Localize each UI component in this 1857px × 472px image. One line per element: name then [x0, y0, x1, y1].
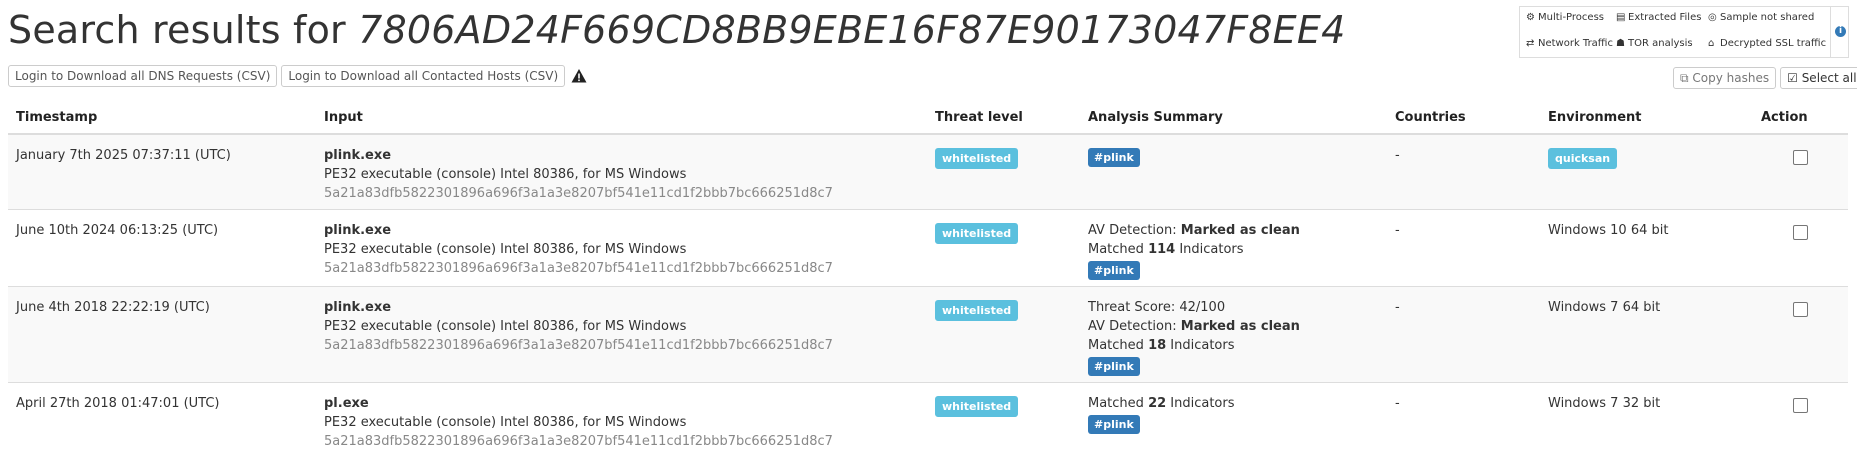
row-checkbox[interactable]: [1793, 150, 1808, 165]
unlock-icon: ⌂: [1708, 38, 1715, 49]
table-row[interactable]: June 4th 2018 22:22:19 (UTC) plink.exe P…: [8, 286, 1848, 383]
feature-legend: ⚙ Multi-Process ▤ Extracted Files ◎ Sample …: [1519, 6, 1849, 58]
threat-badge: whitelisted: [935, 300, 1019, 321]
download-button-row: Login to Download all DNS Requests (CSV)…: [8, 65, 587, 87]
threat-badge: whitelisted: [935, 223, 1019, 244]
cell-input: plink.exe PE32 executable (console) Inte…: [316, 209, 927, 287]
column-header-input[interactable]: Input: [316, 100, 927, 135]
cell-environment: Windows 7 32 bit: [1540, 382, 1753, 457]
input-filename[interactable]: pl.exe: [324, 394, 919, 413]
column-header-countries[interactable]: Countries: [1387, 100, 1540, 135]
cell-environment: Windows 10 64 bit: [1540, 209, 1753, 287]
input-filetype: PE32 executable (console) Intel 80386, f…: [324, 242, 687, 257]
gears-icon: ⚙: [1526, 12, 1535, 23]
cell-input: pl.exe PE32 executable (console) Intel 8…: [316, 382, 927, 457]
input-filetype: PE32 executable (console) Intel 80386, f…: [324, 167, 687, 182]
cell-analysis-summary: #plink: [1080, 133, 1387, 210]
legend-multi-process: ⚙ Multi-Process: [1526, 12, 1604, 23]
input-sha256[interactable]: 5a21a83dfb5822301896a696f3a1a3e8207bf541…: [324, 259, 919, 278]
table-row[interactable]: January 7th 2025 07:37:11 (UTC) plink.ex…: [8, 133, 1848, 210]
cell-timestamp: June 10th 2024 06:13:25 (UTC): [8, 209, 316, 287]
info-icon[interactable]: i: [1835, 26, 1846, 37]
input-filetype: PE32 executable (console) Intel 80386, f…: [324, 415, 687, 430]
legend-decrypted-ssl: ⌂ Decrypted SSL traffic: [1708, 38, 1827, 49]
table-header-row: Timestamp Input Threat level Analysis Su…: [8, 100, 1848, 135]
cell-analysis-summary: Threat Score: 42/100 AV Detection: Marke…: [1080, 286, 1387, 383]
query-hash: 7806AD24F669CD8BB9EBE16F87E90173047F8EE4: [358, 8, 1346, 52]
legend-sample-not-shared: ◎ Sample not shared: [1708, 12, 1815, 23]
legend-extracted-files: ▤ Extracted Files: [1616, 12, 1702, 23]
table-row[interactable]: June 10th 2024 06:13:25 (UTC) plink.exe …: [8, 209, 1848, 287]
environment-badge: quicksan: [1548, 148, 1618, 169]
threat-score: Threat Score: 42/100: [1088, 300, 1226, 315]
copy-hashes-button[interactable]: ⧉ Copy hashes: [1673, 67, 1777, 89]
user-secret-icon: ☗: [1616, 38, 1625, 49]
tag-badge[interactable]: #plink: [1088, 415, 1140, 434]
cell-timestamp: June 4th 2018 22:22:19 (UTC): [8, 286, 316, 383]
input-filename[interactable]: plink.exe: [324, 221, 919, 240]
cell-analysis-summary: Matched 22 Indicators #plink: [1080, 382, 1387, 457]
tag-badge[interactable]: #plink: [1088, 261, 1140, 280]
title-prefix: Search results for: [8, 8, 359, 52]
cell-countries: -: [1387, 209, 1540, 287]
cell-timestamp: April 27th 2018 01:47:01 (UTC): [8, 382, 316, 457]
matched-indicators: Matched 22 Indicators: [1088, 396, 1235, 411]
cell-countries: -: [1387, 286, 1540, 383]
input-filetype: PE32 executable (console) Intel 80386, f…: [324, 319, 687, 334]
input-filename[interactable]: plink.exe: [324, 298, 919, 317]
check-square-icon: ☑: [1787, 71, 1802, 85]
cell-countries: -: [1387, 382, 1540, 457]
cell-threat-level: whitelisted: [927, 382, 1080, 457]
cell-action: [1753, 382, 1848, 457]
cell-analysis-summary: AV Detection: Marked as clean Matched 11…: [1080, 209, 1387, 287]
cell-action: [1753, 286, 1848, 383]
row-checkbox[interactable]: [1793, 398, 1808, 413]
column-header-timestamp[interactable]: Timestamp: [8, 100, 316, 135]
input-sha256[interactable]: 5a21a83dfb5822301896a696f3a1a3e8207bf541…: [324, 184, 919, 203]
cell-action: [1753, 209, 1848, 287]
results-table: Timestamp Input Threat level Analysis Su…: [8, 100, 1848, 457]
column-header-threat-level[interactable]: Threat level: [927, 100, 1080, 135]
input-sha256[interactable]: 5a21a83dfb5822301896a696f3a1a3e8207bf541…: [324, 336, 919, 355]
cell-threat-level: whitelisted: [927, 133, 1080, 210]
column-header-environment[interactable]: Environment: [1540, 100, 1753, 135]
download-hosts-csv-button[interactable]: Login to Download all Contacted Hosts (C…: [281, 65, 566, 87]
legend-network-traffic: ⇄ Network Traffic: [1526, 38, 1613, 49]
input-filename[interactable]: plink.exe: [324, 146, 919, 165]
download-dns-csv-button[interactable]: Login to Download all DNS Requests (CSV): [8, 65, 278, 87]
column-header-action: Action: [1753, 100, 1848, 135]
matched-indicators: Matched 114 Indicators: [1088, 242, 1244, 257]
av-detection: AV Detection: Marked as clean: [1088, 319, 1300, 334]
cell-action: [1753, 133, 1848, 210]
copy-icon: ⧉: [1680, 71, 1693, 85]
table-row[interactable]: April 27th 2018 01:47:01 (UTC) pl.exe PE…: [8, 382, 1848, 457]
exchange-icon: ⇄: [1526, 38, 1535, 49]
row-checkbox[interactable]: [1793, 302, 1808, 317]
bulk-action-buttons: ⧉ Copy hashes ☑ Select all: [1673, 67, 1857, 89]
tag-badge[interactable]: #plink: [1088, 357, 1140, 376]
threat-badge: whitelisted: [935, 396, 1019, 417]
column-header-analysis-summary[interactable]: Analysis Summary: [1080, 100, 1387, 135]
threat-badge: whitelisted: [935, 148, 1019, 169]
select-all-button[interactable]: ☑ Select all: [1780, 67, 1857, 89]
page-title: Search results for 7806AD24F669CD8BB9EBE…: [8, 8, 1345, 52]
av-detection: AV Detection: Marked as clean: [1088, 223, 1300, 238]
legend-info-column: i: [1830, 7, 1848, 57]
cell-threat-level: whitelisted: [927, 209, 1080, 287]
warning-icon[interactable]: [571, 68, 587, 84]
matched-indicators: Matched 18 Indicators: [1088, 338, 1235, 353]
input-sha256[interactable]: 5a21a83dfb5822301896a696f3a1a3e8207bf541…: [324, 432, 919, 451]
cell-environment: Windows 7 64 bit: [1540, 286, 1753, 383]
cell-threat-level: whitelisted: [927, 286, 1080, 383]
cell-input: plink.exe PE32 executable (console) Inte…: [316, 286, 927, 383]
cell-input: plink.exe PE32 executable (console) Inte…: [316, 133, 927, 210]
cell-environment: quicksan: [1540, 133, 1753, 210]
file-icon: ▤: [1616, 12, 1626, 23]
legend-tor-analysis: ☗ TOR analysis: [1616, 38, 1693, 49]
cell-timestamp: January 7th 2025 07:37:11 (UTC): [8, 133, 316, 210]
tag-badge[interactable]: #plink: [1088, 148, 1140, 167]
eye-slash-icon: ◎: [1708, 12, 1717, 23]
cell-countries: -: [1387, 133, 1540, 210]
row-checkbox[interactable]: [1793, 225, 1808, 240]
